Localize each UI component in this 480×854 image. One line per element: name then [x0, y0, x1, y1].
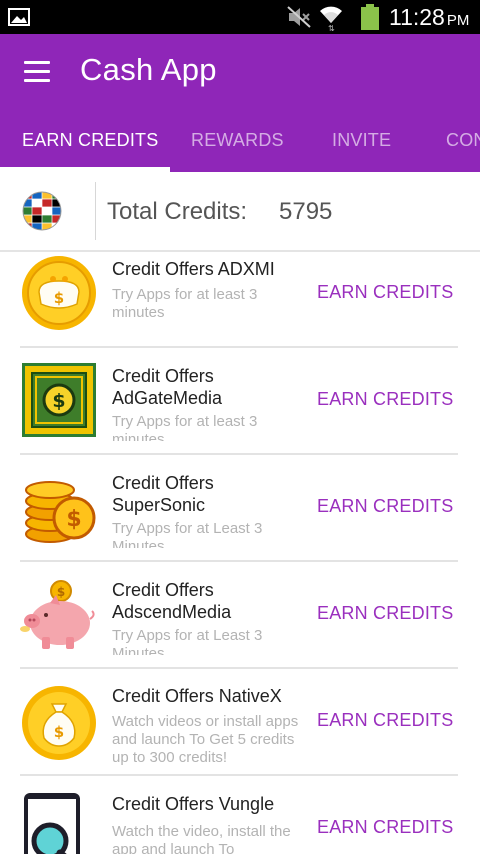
offer-item-adgatemedia[interactable]: $ Credit Offers AdGateMedia Try Apps for…	[0, 349, 480, 456]
earn-credits-button[interactable]: EARN CREDITS	[317, 710, 453, 731]
status-bar: ⇅ 11:28 PM	[0, 0, 480, 34]
tab-bar: EARN CREDITS REWARDS INVITE CON	[0, 118, 480, 172]
image-icon	[8, 8, 30, 26]
credits-divider	[95, 182, 96, 240]
credits-header: Total Credits: 5795	[0, 172, 480, 252]
offer-title: Credit Offers Vungle	[112, 794, 275, 814]
list-divider	[20, 774, 458, 776]
app-title: Cash App	[80, 52, 217, 87]
svg-text:⇅: ⇅	[328, 24, 335, 31]
dollar-bill-icon: $	[22, 363, 96, 437]
money-bag-icon: $	[22, 686, 96, 760]
offer-description: Try Apps for at Least 3 Minutes	[112, 627, 263, 655]
offers-list[interactable]: $ Credit Offers ADXMI Try Apps for at le…	[0, 252, 480, 854]
list-divider	[20, 453, 458, 455]
offer-item-nativex[interactable]: $ Credit Offers NativeX Watch videos or …	[0, 670, 480, 777]
hamburger-menu-icon[interactable]	[24, 61, 50, 83]
earn-credits-button[interactable]: EARN CREDITS	[317, 282, 453, 303]
earn-credits-button[interactable]: EARN CREDITS	[317, 603, 453, 624]
svg-text:$: $	[54, 723, 64, 741]
total-credits-value: 5795	[279, 198, 333, 225]
piggy-bank-icon: $	[20, 580, 95, 649]
status-ampm: PM	[446, 12, 470, 29]
offer-description: Try Apps for at least 3 minutes	[112, 413, 258, 441]
offer-title: Credit Offers ADXMI	[112, 259, 275, 279]
earn-credits-button[interactable]: EARN CREDITS	[317, 389, 453, 410]
mute-icon	[287, 6, 311, 28]
offer-item-adxmi[interactable]: $ Credit Offers ADXMI Try Apps for at le…	[0, 252, 480, 349]
offer-description: Try Apps for at Least 3 Minutes	[112, 520, 263, 548]
coin-purse-icon: $	[22, 256, 96, 330]
offer-item-adscendmedia[interactable]: $ Credit Offers AdscendMedia Try Apps fo…	[0, 563, 480, 670]
offer-description: Watch the video, install the app and lau…	[112, 823, 291, 854]
app-bar: Cash App EARN CREDITS REWARDS INVITE CON	[0, 34, 480, 172]
tab-contact[interactable]: CON	[446, 130, 480, 151]
tab-invite[interactable]: INVITE	[332, 130, 391, 151]
offer-description: Try Apps for at least 3 minutes	[112, 286, 258, 321]
offer-item-vungle[interactable]: Credit Offers Vungle Watch the video, in…	[0, 777, 480, 854]
offer-title: Credit Offers SuperSonic	[112, 473, 214, 515]
tab-earn-credits[interactable]: EARN CREDITS	[22, 130, 158, 151]
earn-credits-button[interactable]: EARN CREDITS	[317, 817, 453, 838]
earn-credits-button[interactable]: EARN CREDITS	[317, 496, 453, 517]
flags-globe-icon	[22, 191, 62, 231]
offer-title: Credit Offers NativeX	[112, 686, 282, 706]
phone-search-icon	[24, 793, 80, 854]
wifi-icon: ⇅	[320, 6, 342, 31]
status-time: 11:28 PM	[389, 4, 470, 30]
battery-icon	[361, 4, 379, 30]
offer-title: Credit Offers AdGateMedia	[112, 366, 223, 408]
svg-text:$: $	[57, 585, 65, 599]
tab-rewards[interactable]: REWARDS	[191, 130, 284, 151]
list-divider	[20, 560, 458, 562]
coin-stack-icon: $	[25, 481, 96, 543]
svg-text:$: $	[54, 289, 64, 307]
list-divider	[20, 346, 458, 348]
total-credits-label: Total Credits:	[107, 198, 248, 225]
offer-item-supersonic[interactable]: $ Credit Offers SuperSonic Try Apps for …	[0, 456, 480, 563]
offer-description: Watch videos or install apps and launch …	[112, 713, 299, 766]
svg-text:$: $	[52, 390, 65, 412]
svg-text:$: $	[66, 507, 81, 532]
offer-title: Credit Offers AdscendMedia	[112, 580, 232, 622]
list-divider	[20, 667, 458, 669]
